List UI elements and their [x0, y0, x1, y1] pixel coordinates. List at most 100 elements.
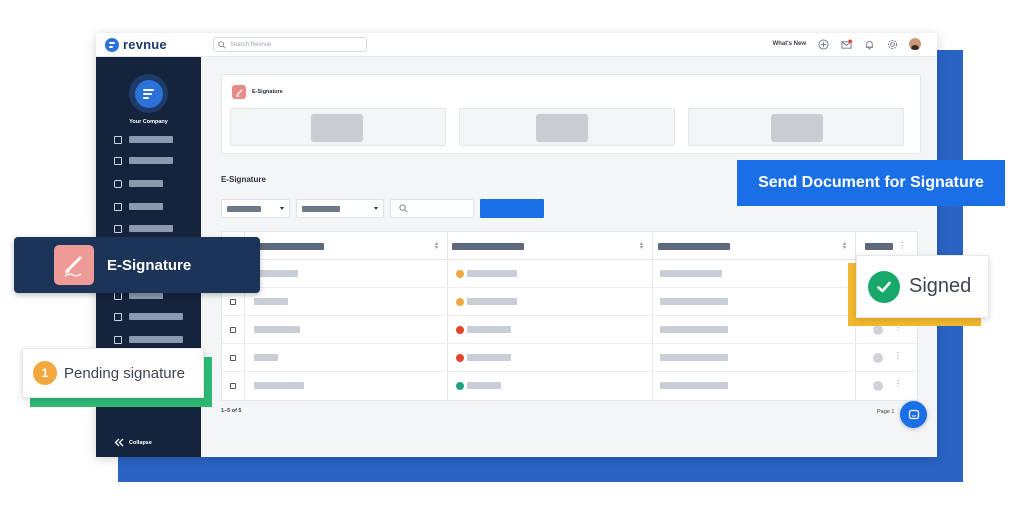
- gear-icon[interactable]: [886, 38, 898, 50]
- sidebar-item-reports[interactable]: [114, 311, 194, 322]
- cell-placeholder: [254, 270, 298, 277]
- row-checkbox[interactable]: [230, 355, 236, 361]
- mail-icon[interactable]: [840, 38, 852, 50]
- users-icon: [114, 224, 122, 233]
- pending-signature-label: Pending signature: [64, 364, 185, 382]
- stat-tile: [230, 108, 446, 146]
- column-header-placeholder[interactable]: [452, 243, 524, 250]
- cell-placeholder: [660, 298, 728, 305]
- sidebar-item-users[interactable]: [114, 223, 194, 234]
- card-title: E-Signature: [252, 89, 283, 95]
- add-icon[interactable]: [817, 38, 829, 50]
- sidebar-item-layers[interactable]: [114, 178, 194, 189]
- check-circle-icon: [868, 270, 900, 303]
- section-title: E-Signature: [221, 175, 266, 184]
- filter-select-1[interactable]: [221, 199, 290, 218]
- stat-value-placeholder: [311, 114, 363, 142]
- sidebar-item-contacts[interactable]: [114, 334, 194, 345]
- cell-placeholder: [467, 382, 501, 389]
- signed-callout[interactable]: Signed: [856, 255, 989, 318]
- table-row[interactable]: ⋮: [222, 316, 919, 344]
- sidebar-item-dashboard[interactable]: [114, 134, 194, 145]
- sidebar-item-cart[interactable]: [114, 201, 194, 212]
- bell-icon[interactable]: [863, 38, 875, 50]
- chat-launcher-button[interactable]: [900, 401, 927, 428]
- chevron-down-icon: [374, 207, 378, 210]
- cell-placeholder: [660, 270, 722, 277]
- kebab-menu-icon[interactable]: ⋮: [894, 380, 902, 388]
- status-dot: [456, 326, 464, 334]
- collapse-button[interactable]: Collapse: [114, 438, 152, 447]
- whats-new-link[interactable]: What's New: [773, 41, 806, 47]
- cell-placeholder: [660, 326, 728, 333]
- table-header: ▴ ▾ ▴ ▾ ▴ ▾ ⋮: [222, 232, 919, 260]
- sidebar-item-label: [129, 313, 183, 320]
- table-row[interactable]: [222, 288, 919, 316]
- sort-icon[interactable]: ▴ ▾: [435, 241, 438, 251]
- sidebar-item-label: [129, 136, 173, 143]
- esignature-callout-label: E-Signature: [107, 256, 192, 274]
- stat-value-placeholder: [771, 114, 823, 142]
- global-search[interactable]: Search Revnue: [213, 37, 367, 52]
- cell-placeholder: [467, 354, 511, 361]
- cell-placeholder: [467, 326, 511, 333]
- sidebar-item-label: [129, 157, 173, 164]
- cell-placeholder: [254, 382, 304, 389]
- pagination-page[interactable]: Page 1: [877, 409, 894, 415]
- table-search-input[interactable]: [390, 199, 474, 218]
- sort-icon[interactable]: ▴ ▾: [843, 241, 846, 251]
- collapse-label: Collapse: [129, 439, 152, 446]
- esignature-callout[interactable]: E-Signature: [14, 237, 260, 293]
- brand-name: revnue: [123, 37, 167, 52]
- brand-logo[interactable]: revnue: [105, 37, 167, 52]
- filter-bar: [221, 199, 544, 218]
- kebab-menu-icon[interactable]: ⋮: [894, 352, 902, 360]
- stage: revnue Search Revnue What's New Your Com…: [0, 0, 1024, 512]
- main-content: E-Signature E-Signature ▴ ▾ ▴ ▾ ▴ ▾ ⋮ ⋮ …: [201, 57, 937, 457]
- select-value-placeholder: [302, 205, 340, 212]
- column-header-placeholder[interactable]: [658, 243, 730, 250]
- send-document-callout[interactable]: Send Document for Signature: [737, 160, 1005, 206]
- table-row[interactable]: ⋮: [222, 372, 919, 400]
- user-avatar[interactable]: [909, 38, 921, 50]
- document-icon: [114, 156, 122, 165]
- company-name: Your Company: [129, 119, 168, 125]
- documents-table: ▴ ▾ ▴ ▾ ▴ ▾ ⋮ ⋮ ⋮ ⋮: [221, 231, 919, 402]
- table-row[interactable]: [222, 260, 919, 288]
- table-row[interactable]: ⋮: [222, 344, 919, 372]
- signature-pen-icon: [54, 245, 94, 285]
- chevron-down-icon: [280, 207, 284, 210]
- sidebar-item-label: [129, 225, 173, 232]
- row-checkbox[interactable]: [230, 383, 236, 389]
- column-header-placeholder[interactable]: [865, 243, 893, 250]
- signed-label: Signed: [909, 275, 972, 297]
- filter-select-2[interactable]: [296, 199, 384, 218]
- column-header-placeholder[interactable]: [258, 243, 324, 250]
- double-chevron-left-icon: [114, 438, 124, 447]
- cell-placeholder: [467, 270, 517, 277]
- kebab-menu-icon[interactable]: ⋮: [898, 242, 906, 250]
- row-checkbox[interactable]: [230, 327, 236, 333]
- dashboard-icon: [114, 135, 122, 144]
- chat-icon: [908, 409, 919, 419]
- select-value-placeholder: [227, 205, 261, 212]
- stat-value-placeholder: [536, 114, 588, 142]
- row-checkbox[interactable]: [230, 299, 236, 305]
- sort-icon[interactable]: ▴ ▾: [640, 241, 643, 251]
- cell-placeholder: [467, 298, 517, 305]
- sidebar-item-label: [129, 203, 163, 210]
- chart-icon: [114, 312, 122, 321]
- cart-icon: [114, 202, 122, 211]
- status-dot: [456, 298, 464, 306]
- primary-action-button[interactable]: [480, 199, 544, 218]
- pending-signature-callout[interactable]: 1 Pending signature: [22, 348, 204, 398]
- search-icon: [218, 40, 226, 49]
- sidebar-item-documents[interactable]: [114, 155, 194, 166]
- company-logo[interactable]: [129, 74, 168, 113]
- search-icon: [399, 204, 408, 213]
- layers-icon: [114, 179, 122, 188]
- cell-placeholder: [254, 354, 278, 361]
- pagination-summary: 1–5 of 5: [221, 408, 242, 414]
- row-action-indicator: [873, 353, 883, 363]
- brand-mark-icon: [105, 37, 119, 52]
